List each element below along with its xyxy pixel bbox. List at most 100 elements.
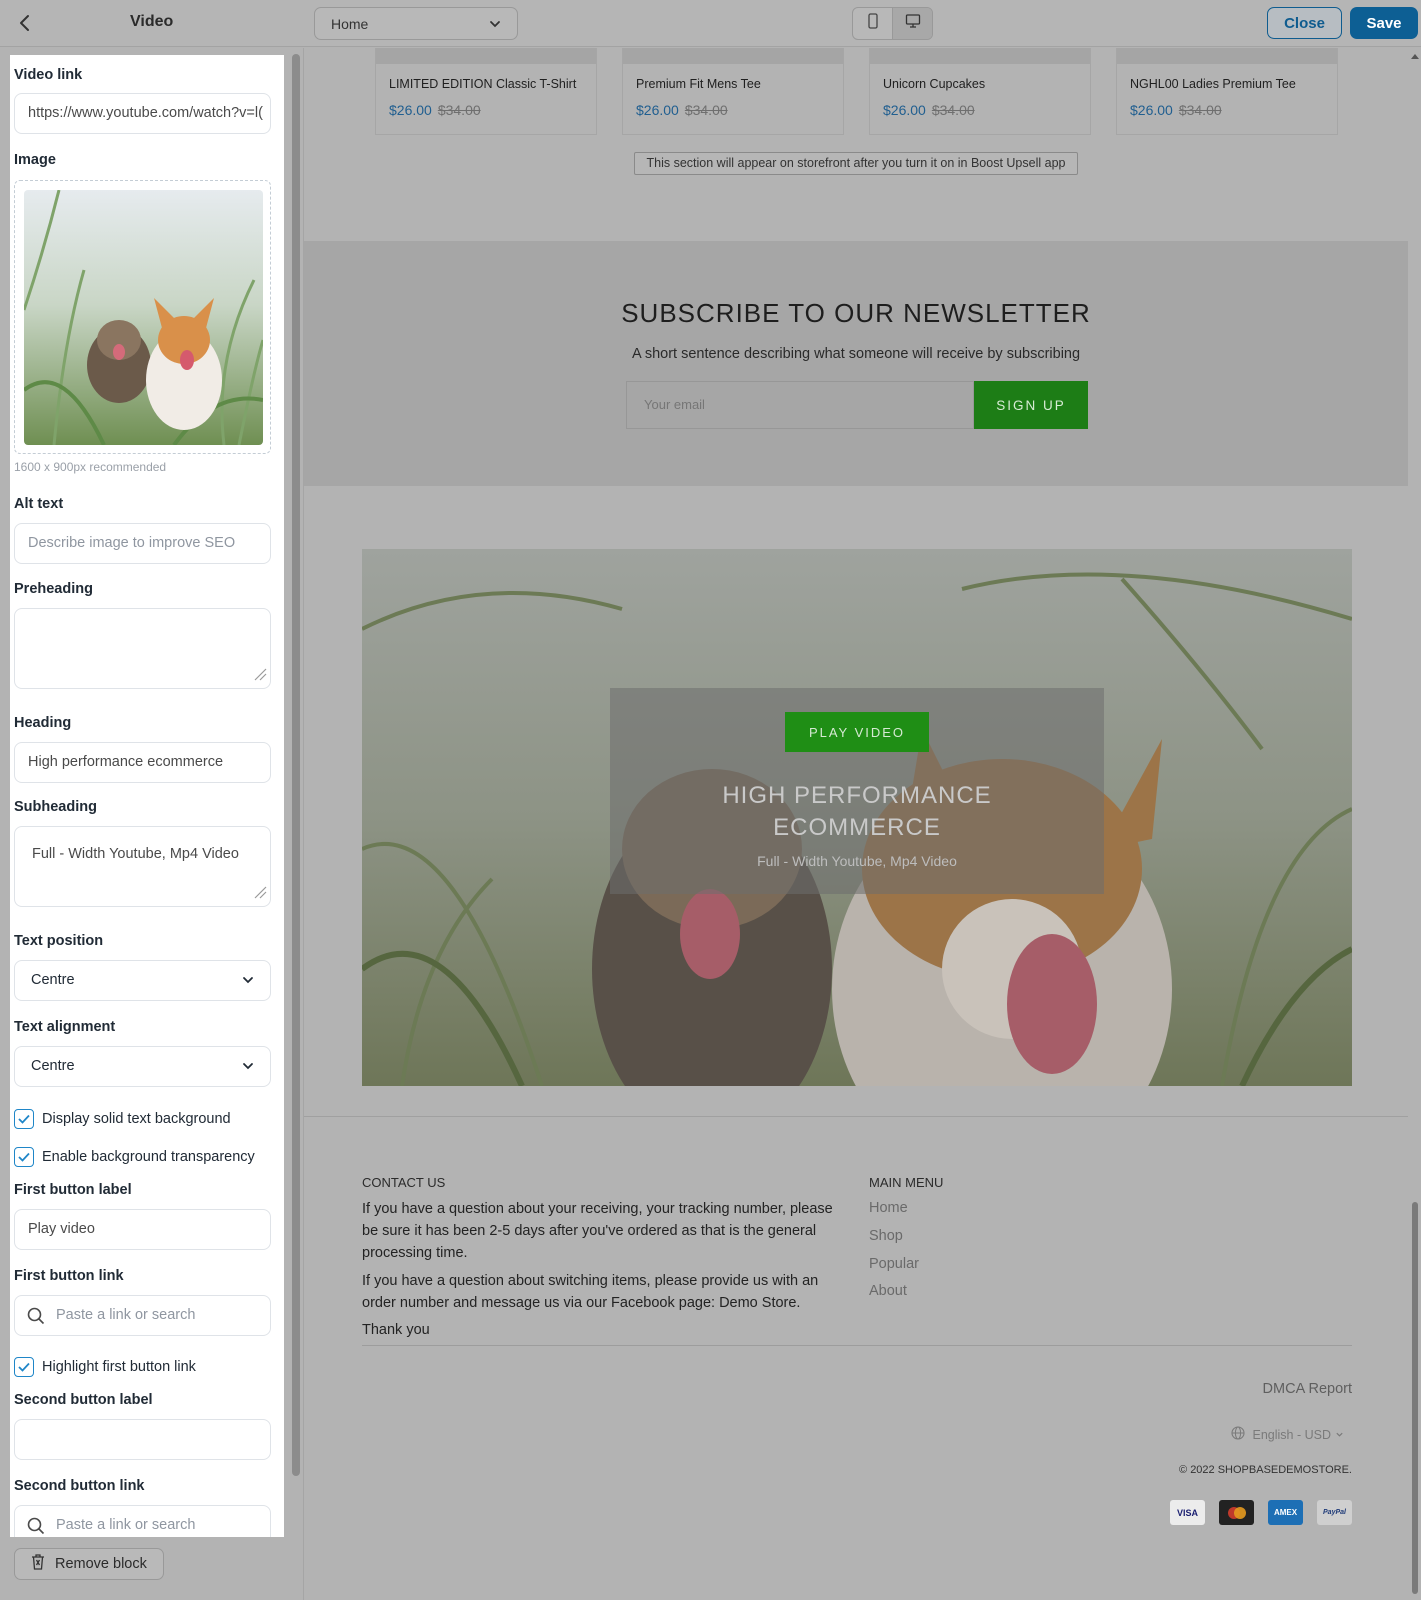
footer-link-popular[interactable]: Popular bbox=[869, 1256, 919, 1272]
compare-price: $34.00 bbox=[437, 102, 481, 118]
preheading-textarea[interactable] bbox=[14, 608, 271, 689]
top-bar: Video Home Close Save bbox=[0, 0, 1421, 47]
copyright-text: © 2022 SHOPBASEDEMOSTORE. bbox=[1179, 1464, 1352, 1476]
chevron-down-icon bbox=[242, 974, 254, 990]
mobile-view-button[interactable] bbox=[853, 8, 893, 39]
play-video-button[interactable]: PLAY VIDEO bbox=[785, 712, 929, 752]
product-name: NGHL00 Ladies Premium Tee bbox=[1130, 77, 1296, 91]
first-button-link-input[interactable]: Paste a link or search bbox=[14, 1295, 271, 1336]
footer-link-home[interactable]: Home bbox=[869, 1200, 908, 1216]
footer-link-shop[interactable]: Shop bbox=[869, 1228, 903, 1244]
video-link-input[interactable]: https://www.youtube.com/watch?v=l( bbox=[14, 93, 271, 134]
storefront-preview: LIMITED EDITION Classic T-Shirt $26.00 $3… bbox=[304, 48, 1408, 1600]
price-value: $26.00 bbox=[636, 102, 679, 118]
resize-grip-icon[interactable] bbox=[253, 885, 267, 903]
solid-background-label: Display solid text background bbox=[42, 1110, 231, 1127]
video-text-box: PLAY VIDEO HIGH PERFORMANCE ECOMMERCE Fu… bbox=[610, 688, 1104, 894]
text-alignment-label: Text alignment bbox=[14, 1019, 116, 1035]
second-button-label-input[interactable] bbox=[14, 1419, 271, 1460]
second-button-link-placeholder: Paste a link or search bbox=[56, 1517, 196, 1533]
product-image-strip bbox=[376, 48, 596, 64]
chevron-down-icon bbox=[489, 17, 501, 33]
payment-icons: VISA AMEX PayPal bbox=[1170, 1500, 1352, 1525]
alt-text-label: Alt text bbox=[14, 496, 64, 512]
compare-price: $34.00 bbox=[1178, 102, 1222, 118]
product-card[interactable]: Unicorn Cupcakes $26.00 $34.00 bbox=[869, 48, 1091, 135]
text-alignment-select[interactable]: Centre bbox=[14, 1046, 271, 1087]
price-value: $26.00 bbox=[1130, 102, 1173, 118]
sign-up-button[interactable]: SIGN UP bbox=[974, 381, 1088, 429]
compare-price: $34.00 bbox=[931, 102, 975, 118]
compare-price: $34.00 bbox=[684, 102, 728, 118]
product-image-strip bbox=[623, 48, 843, 64]
sidebar-footer: Remove block bbox=[0, 1538, 303, 1600]
editor-title: Video bbox=[130, 13, 174, 30]
product-price: $26.00 $34.00 bbox=[883, 102, 975, 118]
search-icon bbox=[27, 1517, 45, 1537]
first-button-label-label: First button label bbox=[14, 1182, 132, 1198]
video-section[interactable]: PLAY VIDEO HIGH PERFORMANCE ECOMMERCE Fu… bbox=[362, 549, 1352, 1086]
check-icon bbox=[14, 1146, 34, 1167]
text-position-label: Text position bbox=[14, 933, 104, 949]
video-heading-line1: HIGH PERFORMANCE bbox=[722, 782, 992, 809]
subheading-textarea[interactable]: Full - Width Youtube, Mp4 Video bbox=[14, 826, 271, 907]
text-position-value: Centre bbox=[31, 972, 75, 988]
video-heading: HIGH PERFORMANCE ECOMMERCE bbox=[610, 780, 1104, 844]
solid-background-checkbox[interactable]: Display solid text background bbox=[14, 1108, 231, 1129]
product-price: $26.00 $34.00 bbox=[636, 102, 728, 118]
first-button-link-label: First button link bbox=[14, 1268, 124, 1284]
highlight-first-button-label: Highlight first button link bbox=[42, 1358, 196, 1375]
second-button-link-input[interactable]: Paste a link or search bbox=[14, 1505, 271, 1537]
subheading-value: Full - Width Youtube, Mp4 Video bbox=[32, 846, 239, 862]
heading-input[interactable]: High performance ecommerce bbox=[14, 742, 271, 783]
dogs-image-thumbnail bbox=[24, 190, 263, 445]
page-selector[interactable]: Home bbox=[314, 7, 518, 40]
alt-text-input[interactable]: Describe image to improve SEO bbox=[14, 523, 271, 564]
language-currency-selector[interactable]: English - USD bbox=[1230, 1426, 1353, 1443]
close-button[interactable]: Close bbox=[1267, 7, 1342, 39]
remove-block-button[interactable]: Remove block bbox=[14, 1548, 164, 1580]
dmca-report-link[interactable]: DMCA Report bbox=[1263, 1381, 1352, 1397]
product-price: $26.00 $34.00 bbox=[389, 102, 481, 118]
device-toggle bbox=[852, 7, 933, 40]
language-value: English - USD bbox=[1252, 1427, 1332, 1442]
search-icon bbox=[27, 1307, 45, 1329]
chevron-down-icon bbox=[242, 1060, 254, 1076]
text-position-select[interactable]: Centre bbox=[14, 960, 271, 1001]
highlight-first-button-checkbox[interactable]: Highlight first button link bbox=[14, 1356, 196, 1377]
background-transparency-checkbox[interactable]: Enable background transparency bbox=[14, 1146, 255, 1167]
preview-scroll-thumb[interactable] bbox=[1412, 1202, 1418, 1594]
scroll-up-icon[interactable] bbox=[1411, 54, 1419, 59]
paypal-icon: PayPal bbox=[1317, 1500, 1352, 1525]
image-picker[interactable] bbox=[14, 180, 271, 454]
check-icon bbox=[14, 1108, 34, 1129]
product-card[interactable]: LIMITED EDITION Classic T-Shirt $26.00 $3… bbox=[375, 48, 597, 135]
check-icon bbox=[14, 1356, 34, 1377]
second-button-link-label: Second button link bbox=[14, 1478, 145, 1494]
desktop-view-button[interactable] bbox=[893, 8, 932, 39]
resize-grip-icon[interactable] bbox=[253, 667, 267, 685]
back-arrow-icon[interactable] bbox=[12, 10, 38, 36]
sidebar-scrollbar[interactable] bbox=[292, 54, 300, 1476]
desktop-icon bbox=[905, 13, 921, 34]
amex-icon: AMEX bbox=[1268, 1500, 1303, 1525]
preview-scrollbar[interactable] bbox=[1409, 48, 1421, 1600]
newsletter-email-input[interactable]: Your email bbox=[626, 381, 974, 429]
image-label: Image bbox=[14, 152, 56, 168]
product-image-strip bbox=[870, 48, 1090, 64]
contact-paragraph: Thank you bbox=[362, 1322, 430, 1338]
product-name: LIMITED EDITION Classic T-Shirt bbox=[389, 77, 577, 91]
preheading-label: Preheading bbox=[14, 581, 93, 597]
save-button[interactable]: Save bbox=[1350, 7, 1418, 39]
globe-icon bbox=[1230, 1426, 1253, 1443]
footer-link-about[interactable]: About bbox=[869, 1283, 907, 1299]
product-card[interactable]: NGHL00 Ladies Premium Tee $26.00 $34.00 bbox=[1116, 48, 1338, 135]
newsletter-section: SUBSCRIBE TO OUR NEWSLETTER A short sent… bbox=[304, 241, 1408, 486]
contact-us-heading: CONTACT US bbox=[362, 1175, 446, 1190]
first-button-label-input[interactable]: Play video bbox=[14, 1209, 271, 1250]
image-hint: 1600 x 900px recommended bbox=[14, 460, 167, 474]
product-image-strip bbox=[1117, 48, 1337, 64]
product-card[interactable]: Premium Fit Mens Tee $26.00 $34.00 bbox=[622, 48, 844, 135]
price-value: $26.00 bbox=[389, 102, 432, 118]
footer-divider bbox=[304, 1116, 1408, 1117]
